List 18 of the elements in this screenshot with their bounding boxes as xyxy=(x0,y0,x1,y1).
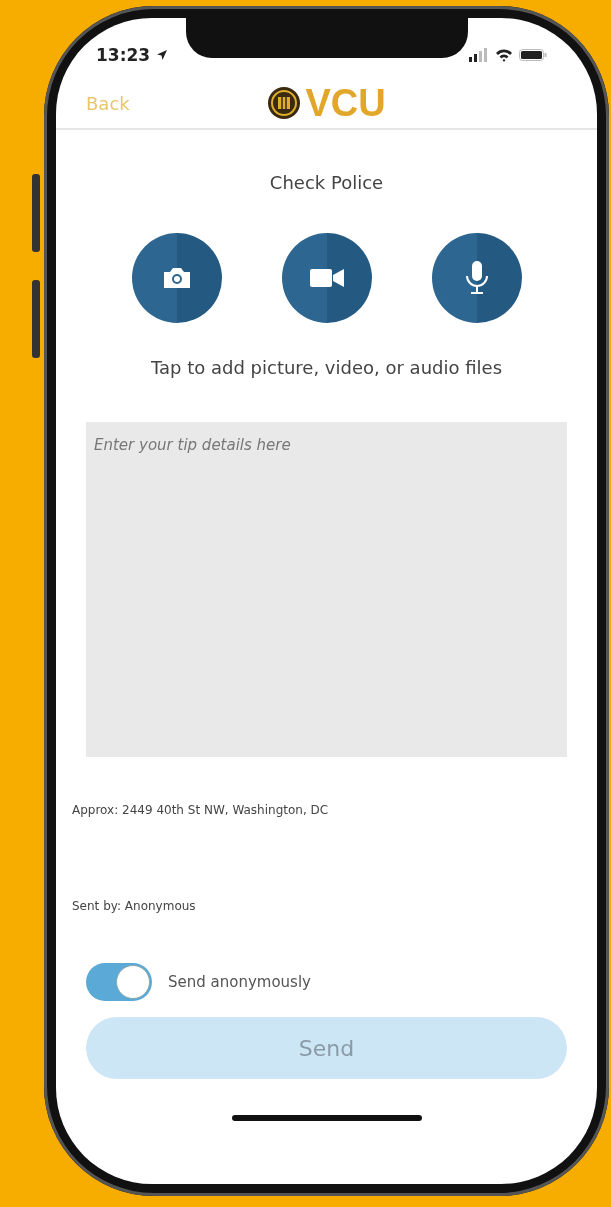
anonymous-toggle[interactable] xyxy=(86,963,152,1001)
seal-icon xyxy=(267,86,302,120)
microphone-icon xyxy=(464,261,489,295)
tip-details-field[interactable]: Enter your tip details here xyxy=(86,422,567,757)
page-title: Check Police xyxy=(269,172,384,193)
signal-icon xyxy=(469,48,489,62)
battery-icon xyxy=(519,48,547,62)
camera-icon xyxy=(161,266,192,290)
location-arrow-icon xyxy=(156,49,169,61)
toggle-label: Send anonymously xyxy=(168,973,311,991)
status-time: 13:23 xyxy=(96,45,151,65)
video-camera-icon xyxy=(309,267,344,289)
back-button[interactable]: Back xyxy=(86,92,130,114)
location-text: Approx: 2449 40th St NW, Washington, DC xyxy=(72,803,329,817)
sent-by-text: Sent by: Anonymous xyxy=(72,899,196,913)
logo-text: VCU xyxy=(305,81,386,125)
media-hint: Tap to add picture, video, or audio files xyxy=(150,357,502,378)
wifi-icon xyxy=(495,48,513,62)
